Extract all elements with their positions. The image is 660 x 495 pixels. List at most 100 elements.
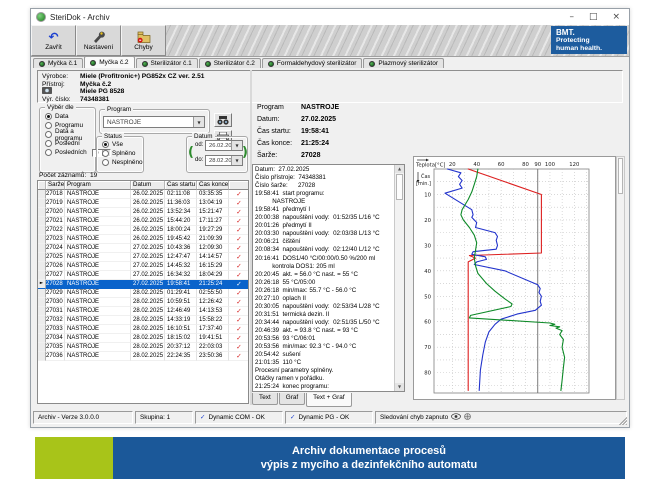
table-cell: NASTROJE bbox=[65, 280, 131, 289]
table-row[interactable]: 27035NASTROJE28.02.202520:37:1222:03:03✓ bbox=[38, 343, 248, 352]
result-check-icon: ✓ bbox=[229, 271, 249, 280]
close-archive-button[interactable]: ↶ Zavřít bbox=[31, 25, 76, 56]
resize-grip[interactable] bbox=[618, 416, 627, 425]
tab-graf[interactable]: Graf bbox=[279, 393, 305, 405]
bmt-logo-line1: BMT. bbox=[556, 28, 622, 37]
graph-scrollbar-thumb[interactable] bbox=[618, 158, 623, 194]
table-row[interactable]: 27020NASTROJE26.02.202513:52:3415:21:47✓ bbox=[38, 208, 248, 217]
table-cell: NASTROJE bbox=[65, 307, 131, 316]
error-folder-icon bbox=[137, 30, 151, 43]
table-row[interactable]: 27023NASTROJE26.02.202519:45:4221:09:39✓ bbox=[38, 235, 248, 244]
maximize-button[interactable]: □ bbox=[589, 12, 598, 22]
table-cell: 02:11:08 bbox=[165, 190, 197, 199]
title-bar[interactable]: SteriDok - Archiv – □ × bbox=[31, 9, 629, 25]
minimize-button[interactable]: – bbox=[569, 12, 574, 22]
table-cell: 17:11:27 bbox=[197, 217, 229, 226]
radio-option-select-by[interactable]: Data bbox=[40, 112, 95, 121]
status-group: Status VšeSplněnoNesplněno bbox=[96, 136, 144, 173]
settings-label: Nastavení bbox=[84, 44, 113, 51]
log-scrollbar-thumb[interactable] bbox=[396, 174, 403, 200]
column-header[interactable] bbox=[229, 181, 249, 190]
date-to-dropdown-icon[interactable]: ▼ bbox=[231, 156, 242, 165]
graph-scrollbar[interactable] bbox=[616, 156, 625, 400]
table-row[interactable]: 27018NASTROJE26.02.202502:11:0803:35:35✓ bbox=[38, 190, 248, 199]
table-row[interactable]: 27033NASTROJE28.02.202516:10:5117:37:40✓ bbox=[38, 325, 248, 334]
bmt-logo: BMT. Protecting human health. bbox=[551, 26, 627, 54]
table-row[interactable]: 27019NASTROJE26.02.202511:36:0313:04:19✓ bbox=[38, 199, 248, 208]
radio-icon bbox=[45, 122, 52, 129]
program-combobox[interactable]: NASTROJE ▼ bbox=[103, 116, 205, 128]
table-cell: 16:15:29 bbox=[197, 262, 229, 271]
view-tabs: Text Graf Text + Graf bbox=[252, 393, 352, 406]
result-check-icon: ✓ bbox=[229, 199, 249, 208]
process-log-text: Datum: 27.02.2025Číslo přístroje: 743483… bbox=[255, 166, 393, 390]
scroll-down-icon[interactable]: ▼ bbox=[395, 383, 404, 391]
log-line: 20:27:10 oplach II bbox=[255, 295, 393, 303]
table-row[interactable]: 27030NASTROJE28.02.202510:59:5112:26:42✓ bbox=[38, 298, 248, 307]
column-header[interactable]: Program bbox=[65, 181, 131, 190]
table-row[interactable]: 27029NASTROJE28.02.202501:29:4102:55:50✓ bbox=[38, 289, 248, 298]
date-from-value: 26.02.2025 bbox=[206, 143, 231, 149]
machine-tab[interactable]: Myčka č.1 bbox=[33, 58, 83, 68]
machine-tab[interactable]: Myčka č.2 bbox=[84, 56, 134, 68]
table-row[interactable]: 27036NASTROJE28.02.202522:24:3523:50:36✓ bbox=[38, 352, 248, 361]
radio-option-select-by[interactable]: Posledních5▲▼ bbox=[40, 148, 95, 157]
tab-text-graf[interactable]: Text + Graf bbox=[306, 393, 351, 407]
table-cell: 27026 bbox=[46, 262, 65, 271]
settings-button[interactable]: Nastavení bbox=[76, 25, 121, 56]
machine-tab[interactable]: Formaldehydový sterilizátor bbox=[262, 58, 362, 68]
machine-tab[interactable]: Sterilizátor č.2 bbox=[199, 58, 261, 68]
errors-label: Chyby bbox=[134, 44, 152, 51]
radio-icon bbox=[45, 113, 52, 120]
table-row[interactable]: 27032NASTROJE28.02.202514:33:1915:58:22✓ bbox=[38, 316, 248, 325]
radio-label: Vše bbox=[112, 141, 123, 148]
machine-tab[interactable]: Plazmový sterilizátor bbox=[363, 58, 444, 68]
radio-option-status[interactable]: Vše bbox=[97, 140, 143, 149]
table-cell: 27.02.2025 bbox=[131, 244, 165, 253]
search-button[interactable] bbox=[214, 113, 232, 127]
date-to-value: 28.02.2025 bbox=[206, 158, 231, 164]
table-cell: 12:09:30 bbox=[197, 244, 229, 253]
table-row[interactable]: 27025NASTROJE27.02.202512:47:4714:14:57✓ bbox=[38, 253, 248, 262]
status-text: Skupina: 1 bbox=[140, 414, 170, 421]
svg-text:[min.]: [min.] bbox=[416, 181, 431, 187]
column-header[interactable] bbox=[38, 181, 46, 190]
table-cell bbox=[38, 262, 46, 271]
table-row[interactable]: 27024NASTROJE27.02.202510:43:3612:09:30✓ bbox=[38, 244, 248, 253]
radio-option-status[interactable]: Nesplněno bbox=[97, 158, 143, 167]
log-scrollbar[interactable]: ▲ ▼ bbox=[394, 165, 404, 391]
radio-option-status[interactable]: Splněno bbox=[97, 149, 143, 158]
column-header[interactable]: Čas startu bbox=[165, 181, 197, 190]
column-header[interactable]: Datum bbox=[131, 181, 165, 190]
table-row[interactable]: ►27028NASTROJE27.02.202519:58:4121:25:24… bbox=[38, 280, 248, 289]
radio-option-select-by[interactable]: Data a programu bbox=[40, 130, 95, 139]
log-line: 20:30:05 napouštění vody: 02:53/34 L/28 … bbox=[255, 303, 393, 311]
chevron-down-icon[interactable]: ▼ bbox=[193, 117, 204, 127]
machine-tab[interactable]: Sterilizátor č.1 bbox=[136, 58, 198, 68]
date-from-dropdown-icon[interactable]: ▼ bbox=[231, 141, 242, 150]
scroll-up-icon[interactable]: ▲ bbox=[395, 165, 404, 173]
column-header[interactable]: Šarže bbox=[46, 181, 65, 190]
table-row[interactable]: 27034NASTROJE28.02.202518:15:0219:41:51✓ bbox=[38, 334, 248, 343]
table-cell: 26.02.2025 bbox=[131, 226, 165, 235]
table-row[interactable]: 27027NASTROJE27.02.202516:34:3218:04:29✓ bbox=[38, 271, 248, 280]
table-cell: 14:13:53 bbox=[197, 307, 229, 316]
radio-icon bbox=[45, 140, 52, 147]
close-icon[interactable]: × bbox=[612, 12, 620, 22]
log-line: 20:46:39 akt. = 93.8 °C nast. = 93 °C bbox=[255, 327, 393, 335]
date-from-field[interactable]: 26.02.2025 ▼ bbox=[205, 140, 243, 151]
errors-button[interactable]: Chyby bbox=[121, 25, 166, 56]
tab-text[interactable]: Text bbox=[252, 393, 278, 405]
table-row[interactable]: 27026NASTROJE27.02.202514:45:3216:15:29✓ bbox=[38, 262, 248, 271]
table-cell: 28.02.2025 bbox=[131, 307, 165, 316]
result-check-icon: ✓ bbox=[229, 343, 249, 352]
device-info-label: Výrobce: bbox=[42, 73, 80, 80]
table-row[interactable]: 27021NASTROJE26.02.202515:44:2017:11:27✓ bbox=[38, 217, 248, 226]
radio-label: Poslední bbox=[55, 140, 80, 147]
table-row[interactable]: 27031NASTROJE28.02.202512:46:4914:13:53✓ bbox=[38, 307, 248, 316]
date-to-field[interactable]: 28.02.2025 ▼ bbox=[205, 155, 243, 166]
table-row[interactable]: 27022NASTROJE26.02.202518:00:2419:27:29✓ bbox=[38, 226, 248, 235]
column-header[interactable]: Čas konce bbox=[197, 181, 229, 190]
log-line: 20:26:18 min/max: 55.7 °C - 56.0 °C bbox=[255, 287, 393, 295]
status-bar: Archiv - Verze 3.0.0.0Skupina: 1✓Dynamic… bbox=[33, 410, 627, 424]
